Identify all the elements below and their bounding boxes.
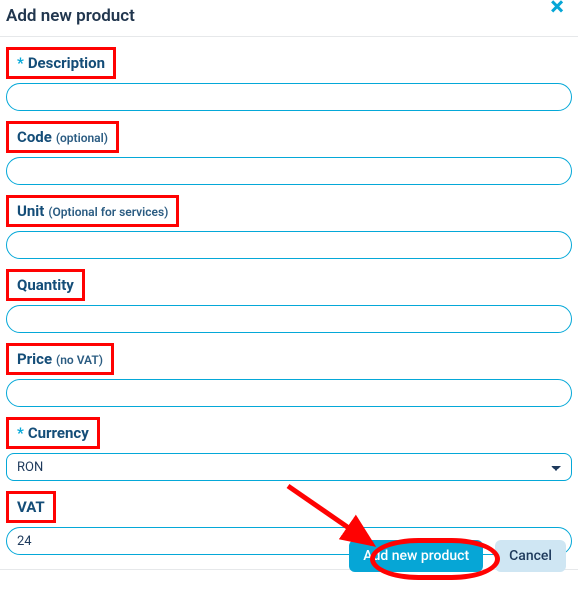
label-highlight-quantity: Quantity [6,269,85,301]
label-highlight-currency: * Currency [6,417,100,449]
required-marker: * [17,424,24,442]
label-highlight-unit: Unit (Optional for services) [6,195,179,227]
vat-label: VAT [17,498,45,516]
field-price: Price (no VAT) [6,343,572,407]
label-highlight-description: * Description [6,47,116,79]
field-code: Code (optional) [6,121,572,185]
label-highlight-price: Price (no VAT) [6,343,114,375]
quantity-input[interactable] [6,305,572,333]
currency-label: Currency [28,424,89,442]
currency-select[interactable]: RON [6,453,572,481]
dialog-title: Add new product [6,6,572,26]
code-label-suffix: (optional) [56,131,108,145]
code-label: Code [17,128,52,146]
dialog-header: Add new product [0,0,578,36]
description-input[interactable] [6,83,572,111]
label-highlight-code: Code (optional) [6,121,119,153]
header-divider [0,36,578,37]
field-unit: Unit (Optional for services) [6,195,572,259]
field-description: * Description [6,47,572,111]
add-new-product-button[interactable]: Add new product [349,540,483,572]
field-currency: * Currency RON [6,417,572,481]
price-input[interactable] [6,379,572,407]
label-highlight-vat: VAT [6,491,56,523]
field-quantity: Quantity [6,269,572,333]
price-label: Price [17,350,52,368]
description-label: Description [28,54,105,72]
dialog-footer: Add new product Cancel [0,522,578,590]
quantity-label: Quantity [17,276,74,294]
product-form: * Description Code (optional) Unit (Opti… [0,47,578,555]
close-icon[interactable]: × [550,0,564,20]
price-label-suffix: (no VAT) [56,353,103,367]
code-input[interactable] [6,157,572,185]
cancel-button[interactable]: Cancel [495,540,566,572]
required-marker: * [17,54,24,72]
unit-label-suffix: (Optional for services) [48,205,168,219]
unit-input[interactable] [6,231,572,259]
unit-label: Unit [17,202,44,220]
